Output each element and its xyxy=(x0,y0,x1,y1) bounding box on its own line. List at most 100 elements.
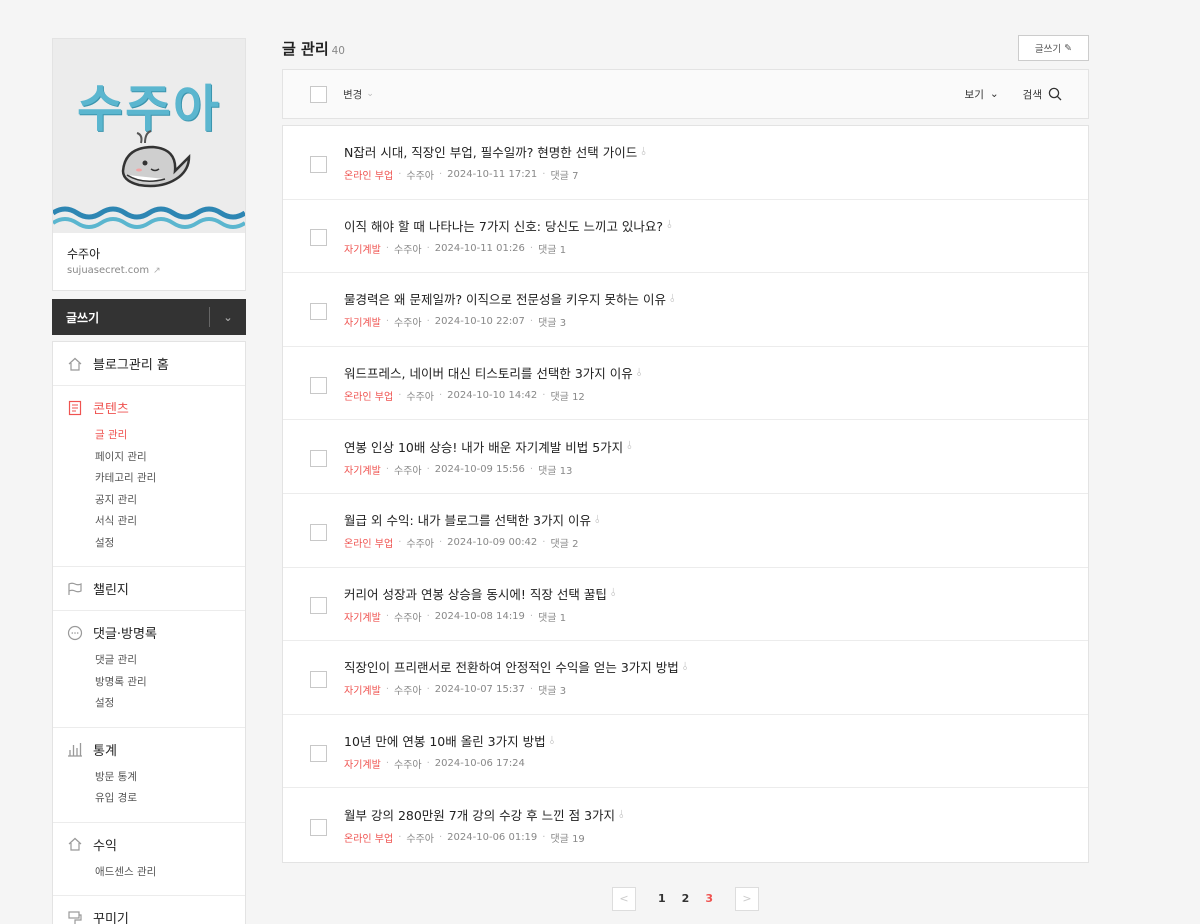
post-checkbox[interactable] xyxy=(310,744,327,762)
post-checkbox[interactable] xyxy=(310,155,327,173)
submenu-guestbook-manage[interactable]: 방명록 관리 xyxy=(95,672,231,694)
post-title[interactable]: 월부 강의 280만원 7개 강의 수강 후 느낀 점 3가지 ⫰ xyxy=(344,805,624,824)
submenu-template-manage[interactable]: 서식 관리 xyxy=(95,511,231,533)
submenu-comment-settings[interactable]: 설정 xyxy=(95,693,231,715)
meta-separator: · xyxy=(426,242,430,254)
post-category[interactable]: 자기계발 xyxy=(344,609,381,624)
post-category[interactable]: 온라인 부업 xyxy=(344,830,393,845)
post-meta: 온라인 부업 · 수주아 · 2024-10-11 17:21 · 댓글 7 xyxy=(344,167,646,182)
post-comments[interactable]: 댓글 12 xyxy=(550,388,584,403)
post-row[interactable]: 이직 해야 할 때 나타나는 7가지 신호: 당신도 느끼고 있나요? ⫰ 자기계발… xyxy=(283,200,1088,274)
page-number-1[interactable]: 1 xyxy=(658,892,666,905)
meta-separator: · xyxy=(529,463,534,475)
post-checkbox[interactable] xyxy=(310,229,327,247)
menu-item-comments[interactable]: 댓글·방명록 xyxy=(67,623,231,642)
select-all-checkbox[interactable] xyxy=(310,85,327,103)
post-checkbox[interactable] xyxy=(310,376,327,394)
post-title[interactable]: 연봉 인상 10배 상승! 내가 배운 자기계발 비법 5가지 ⫰ xyxy=(344,437,632,456)
post-author: 수주아 xyxy=(406,834,434,846)
bar-chart-icon xyxy=(68,743,82,757)
page-number-2[interactable]: 2 xyxy=(682,892,690,905)
submenu-visit-stats[interactable]: 방문 통계 xyxy=(95,767,231,789)
post-comments[interactable]: 댓글 1 xyxy=(538,241,566,256)
post-comments[interactable]: 댓글 3 xyxy=(538,682,566,697)
post-category[interactable]: 온라인 부업 xyxy=(344,167,393,182)
blog-name[interactable]: 수주아 xyxy=(67,245,231,262)
search-button[interactable]: 검색 xyxy=(1023,87,1062,102)
post-row[interactable]: 연봉 인상 10배 상승! 내가 배운 자기계발 비법 5가지 ⫰ 자기계발 · 수주아… xyxy=(283,420,1088,494)
menu-item-home[interactable]: 블로그관리 홈 xyxy=(67,354,231,373)
blog-url-link[interactable]: sujuasecret.com ↗ xyxy=(67,265,231,276)
post-row[interactable]: 10년 만에 연봉 10배 올린 3가지 방법 ⫰ 자기계발 · 수주아 · 2024-10… xyxy=(283,715,1088,789)
menu-item-revenue[interactable]: 수익 xyxy=(67,835,231,854)
post-title[interactable]: 워드프레스, 네이버 대신 티스토리를 선택한 3가지 이유 ⫰ xyxy=(344,363,642,382)
post-row[interactable]: 월부 강의 280만원 7개 강의 수강 후 느낀 점 3가지 ⫰ 온라인 부업 · 수… xyxy=(283,788,1088,862)
post-category[interactable]: 자기계발 xyxy=(344,682,381,697)
post-checkbox[interactable] xyxy=(310,302,327,320)
submenu-post-manage[interactable]: 글 관리 xyxy=(95,425,231,447)
post-comments[interactable]: 댓글 3 xyxy=(538,314,566,329)
post-category[interactable]: 자기계발 xyxy=(344,241,381,256)
post-checkbox[interactable] xyxy=(310,818,327,836)
menu-item-design[interactable]: 꾸미기 xyxy=(67,908,231,924)
blog-profile-image[interactable]: 수주아 xyxy=(53,39,245,233)
submenu-adsense-manage[interactable]: 애드센스 관리 xyxy=(95,862,231,884)
post-title-text: 연봉 인상 10배 상승! 내가 배운 자기계발 비법 5가지 xyxy=(344,439,624,455)
post-comments[interactable]: 댓글 13 xyxy=(538,462,572,477)
submenu-notice-manage[interactable]: 공지 관리 xyxy=(95,490,231,512)
submenu-comment-manage[interactable]: 댓글 관리 xyxy=(95,650,231,672)
post-title[interactable]: 10년 만에 연봉 10배 올린 3가지 방법 ⫰ xyxy=(344,731,554,750)
post-row[interactable]: 물경력은 왜 문제일까? 이직으로 전문성을 키우지 못하는 이유 ⫰ 자기계발 · 수… xyxy=(283,273,1088,347)
post-title[interactable]: N잡러 시대, 직장인 부업, 필수일까? 현명한 선택 가이드 ⫰ xyxy=(344,142,646,161)
post-comments[interactable]: 댓글 2 xyxy=(550,535,578,550)
submenu-referrer[interactable]: 유입 경로 xyxy=(95,788,231,810)
post-checkbox[interactable] xyxy=(310,450,327,468)
menu-item-stats[interactable]: 통계 xyxy=(67,740,231,759)
post-row[interactable]: 월급 외 수익: 내가 블로그를 선택한 3가지 이유 ⫰ 온라인 부업 · 수주아 · 2… xyxy=(283,494,1088,568)
post-meta: 자기계발 · 수주아 · 2024-10-06 17:24 xyxy=(344,756,554,771)
submenu-page-manage[interactable]: 페이지 관리 xyxy=(95,447,231,469)
post-comments[interactable]: 댓글 1 xyxy=(538,609,566,624)
change-dropdown[interactable]: 변경 ⌄ xyxy=(343,87,374,102)
menu-item-content[interactable]: 콘텐츠 xyxy=(67,398,231,417)
meta-separator: · xyxy=(398,537,402,549)
post-category[interactable]: 자기계발 xyxy=(344,756,381,771)
post-checkbox[interactable] xyxy=(310,670,327,688)
post-body: 연봉 인상 10배 상승! 내가 배운 자기계발 비법 5가지 ⫰ 자기계발 · 수주아… xyxy=(344,437,632,477)
post-author: 수주아 xyxy=(394,465,422,477)
post-title[interactable]: 이직 해야 할 때 나타나는 7가지 신호: 당신도 느끼고 있나요? ⫰ xyxy=(344,216,672,235)
post-row[interactable]: 직장인이 프리랜서로 전환하여 안정적인 수익을 얻는 3가지 방법 ⫰ 자기계발 ·… xyxy=(283,641,1088,715)
page-number-3[interactable]: 3 xyxy=(705,892,713,905)
post-title[interactable]: 직장인이 프리랜서로 전환하여 안정적인 수익을 얻는 3가지 방법 ⫰ xyxy=(344,657,688,676)
submenu-content-settings[interactable]: 설정 xyxy=(95,533,231,555)
post-title-text: N잡러 시대, 직장인 부업, 필수일까? 현명한 선택 가이드 xyxy=(344,145,638,161)
write-button[interactable]: 글쓰기 ✎ xyxy=(1018,35,1089,61)
post-date: 2024-10-07 15:37 xyxy=(434,684,525,696)
menu-item-challenge[interactable]: 챌린지 xyxy=(67,579,231,598)
post-row[interactable]: 워드프레스, 네이버 대신 티스토리를 선택한 3가지 이유 ⫰ 온라인 부업 · 수주… xyxy=(283,347,1088,421)
post-category[interactable]: 자기계발 xyxy=(344,314,381,329)
post-comments[interactable]: 댓글 7 xyxy=(550,167,578,182)
post-row[interactable]: N잡러 시대, 직장인 부업, 필수일까? 현명한 선택 가이드 ⫰ 온라인 부업 ·… xyxy=(283,126,1088,200)
view-dropdown[interactable]: 보기 ⌄ xyxy=(965,87,999,102)
post-title[interactable]: 물경력은 왜 문제일까? 이직으로 전문성을 키우지 못하는 이유 ⫰ xyxy=(344,289,675,308)
post-comments[interactable]: 댓글 19 xyxy=(550,830,584,845)
post-checkbox[interactable] xyxy=(310,523,327,541)
next-page-button[interactable]: > xyxy=(734,886,759,911)
post-title-text: 이직 해야 할 때 나타나는 7가지 신호: 당신도 느끼고 있나요? xyxy=(344,218,664,234)
post-category[interactable]: 온라인 부업 xyxy=(344,535,393,550)
post-author: 수주아 xyxy=(406,171,434,183)
meta-separator: · xyxy=(542,832,546,844)
post-category[interactable]: 자기계발 xyxy=(344,462,381,477)
post-category[interactable]: 온라인 부업 xyxy=(344,388,393,403)
prev-page-button[interactable]: < xyxy=(612,886,637,911)
post-row[interactable]: 커리어 성장과 연봉 상승을 동시에! 직장 선택 꿀팁 ⫰ 자기계발 · 수주아 · 20… xyxy=(283,568,1088,642)
write-post-button[interactable]: 글쓰기 xyxy=(66,309,99,326)
post-title[interactable]: 월급 외 수익: 내가 블로그를 선택한 3가지 이유 ⫰ xyxy=(344,510,600,529)
menu-item-label: 콘텐츠 xyxy=(93,402,129,417)
submenu-category-manage[interactable]: 카테고리 관리 xyxy=(95,468,231,490)
chevron-down-icon[interactable]: ⌄ xyxy=(210,311,246,324)
post-count: 40 xyxy=(331,44,345,57)
post-title[interactable]: 커리어 성장과 연봉 상승을 동시에! 직장 선택 꿀팁 ⫰ xyxy=(344,584,616,603)
post-checkbox[interactable] xyxy=(310,597,327,615)
